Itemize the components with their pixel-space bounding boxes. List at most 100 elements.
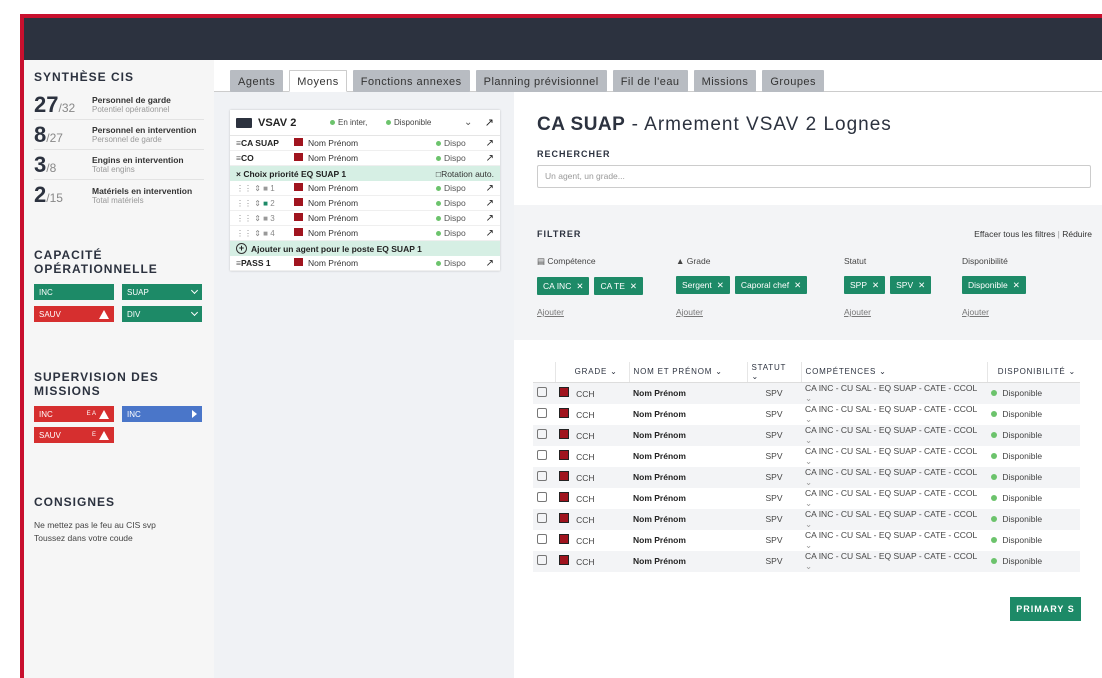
mission-label: INC — [39, 409, 53, 419]
primary-button[interactable]: PRIMARY S — [1010, 597, 1081, 621]
row-select[interactable] — [533, 382, 555, 404]
capacite-inc[interactable]: INC — [34, 284, 114, 300]
capacite-sauv[interactable]: SAUV — [34, 306, 114, 322]
row-select[interactable] — [533, 530, 555, 551]
filter-tag[interactable]: Caporal chef ✕ — [734, 276, 808, 294]
chevron-down-icon[interactable]: ⌄ — [464, 117, 482, 128]
priority-row[interactable]: × Choix priorité EQ SUAP 1 □Rotation auto… — [230, 166, 500, 181]
add-grade-link[interactable]: Ajouter — [676, 307, 703, 317]
add-competence-link[interactable]: Ajouter — [537, 307, 564, 317]
filter-tag[interactable]: SPV ✕ — [890, 276, 932, 294]
stat-number: 8/27 — [34, 121, 63, 147]
filter-dispo-title: Disponibilité — [962, 256, 1008, 266]
add-statut-link[interactable]: Ajouter — [844, 307, 871, 317]
row-checkbox[interactable] — [537, 471, 547, 481]
chevron-down-icon — [190, 308, 199, 317]
warning-icon — [99, 409, 109, 419]
external-link-icon[interactable]: ↗ — [476, 153, 494, 164]
lock-icon[interactable]: ■ — [263, 214, 268, 223]
add-dispo-link[interactable]: Ajouter — [962, 307, 989, 317]
row-select[interactable] — [533, 508, 555, 530]
row-select[interactable] — [533, 424, 555, 446]
table-row[interactable]: CCH Nom Prénom SPV CA INC - CU SAL - EQ … — [533, 466, 1080, 488]
row-select[interactable] — [533, 488, 555, 509]
table-row[interactable]: CCH Nom Prénom SPV CA INC - CU SAL - EQ … — [533, 530, 1080, 551]
tab-agents[interactable]: Agents — [230, 70, 284, 92]
mission-inc-red[interactable]: INC E A — [34, 406, 114, 422]
tab-fil-de-leau[interactable]: Fil de l'eau — [612, 70, 688, 92]
mission-sauv[interactable]: SAUV E — [34, 427, 114, 443]
filter-tag[interactable]: Disponible ✕ — [962, 276, 1026, 294]
table-row[interactable]: CCH Nom Prénom SPV CA INC - CU SAL - EQ … — [533, 488, 1080, 509]
row-select[interactable] — [533, 466, 555, 488]
filter-tag[interactable]: Sergent ✕ — [676, 276, 730, 294]
row-checkbox[interactable] — [537, 534, 547, 544]
grade-badge — [294, 258, 303, 266]
table-row[interactable]: CCH Nom Prénom SPV CA INC - CU SAL - EQ … — [533, 508, 1080, 530]
col-disponibilite[interactable]: DISPONIBILITÉ ⌄ — [987, 362, 1080, 383]
row-checkbox[interactable] — [537, 450, 547, 460]
table-row[interactable]: CCH Nom Prénom SPV CA INC - CU SAL - EQ … — [533, 424, 1080, 446]
external-link-icon[interactable]: ↗ — [476, 138, 494, 149]
lock-icon[interactable]: ■ — [263, 184, 268, 193]
row-checkbox[interactable] — [537, 513, 547, 523]
tab-fonctions-annexes[interactable]: Fonctions annexes — [352, 70, 470, 92]
row-select[interactable] — [533, 550, 555, 572]
col-name[interactable]: NOM ET PRÉNOM ⌄ — [629, 362, 748, 383]
external-link-icon[interactable]: ↗ — [476, 228, 494, 239]
filter-tag[interactable]: CA INC ✕ — [537, 277, 590, 295]
slot-row[interactable]: ⋮⋮ ⇕ ■ 3 Nom Prénom Dispo ↗ — [230, 211, 500, 226]
table-row[interactable]: CCH Nom Prénom SPV CA INC - CU SAL - EQ … — [533, 382, 1080, 404]
row-checkbox[interactable] — [537, 408, 547, 418]
crew-row[interactable]: CA SUAP Nom Prénom Dispo ↗ — [230, 136, 500, 151]
filter-grade: ▲ Grade Sergent ✕ Caporal chef ✕ — [676, 256, 812, 294]
row-select[interactable] — [533, 446, 555, 467]
reduce-link[interactable]: Réduire — [1062, 229, 1092, 239]
external-link-icon[interactable]: ↗ — [482, 116, 494, 129]
col-grade[interactable]: GRADE ⌄ — [555, 362, 630, 383]
row-checkbox[interactable] — [537, 492, 547, 502]
page-title-rest: - Armement VSAV 2 Lognes — [625, 114, 892, 135]
row-checkbox[interactable] — [537, 555, 547, 565]
filter-tag[interactable]: SPP ✕ — [844, 276, 886, 294]
row-checkbox[interactable] — [537, 387, 547, 397]
drag-handle-icon[interactable]: ⋮⋮ — [236, 184, 252, 193]
table-row[interactable]: CCH Nom Prénom SPV CA INC - CU SAL - EQ … — [533, 446, 1080, 467]
search-input[interactable]: Un agent, un grade... — [537, 165, 1091, 188]
cell-statut: SPV — [765, 451, 783, 461]
table-row[interactable]: CCH Nom Prénom SPV CA INC - CU SAL - EQ … — [533, 404, 1080, 425]
filter-tag[interactable]: CA TE ✕ — [594, 277, 644, 295]
add-agent-row[interactable]: + Ajouter un agent pour le poste EQ SUAP … — [230, 241, 500, 256]
tab-moyens[interactable]: Moyens — [289, 70, 347, 92]
col-statut[interactable]: STATUT ⌄ — [747, 362, 802, 383]
tab-missions[interactable]: Missions — [693, 70, 757, 92]
capacite-div-label: DIV — [127, 309, 141, 319]
table-row[interactable]: CCH Nom Prénom SPV CA INC - CU SAL - EQ … — [533, 550, 1080, 572]
tab-groupes[interactable]: Groupes — [762, 70, 825, 92]
drag-handle-icon[interactable]: ⋮⋮ — [236, 199, 252, 208]
mission-inc-blue[interactable]: INC — [122, 406, 202, 422]
crew-row[interactable]: PASS 1 Nom Prénom Dispo ↗ — [230, 256, 500, 271]
slot-row[interactable]: ⋮⋮ ⇕ ■ 2 Nom Prénom Dispo ↗ — [230, 196, 500, 211]
row-checkbox[interactable] — [537, 429, 547, 439]
tab-planning[interactable]: Planning prévisionnel — [475, 70, 607, 92]
lock-icon[interactable]: ■ — [263, 229, 268, 238]
capacite-suap[interactable]: SUAP — [122, 284, 202, 300]
capacite-sauv-label: SAUV — [39, 309, 61, 319]
clear-filters-link[interactable]: Effacer tous les filtres — [974, 229, 1055, 239]
lock-icon[interactable]: ■ — [263, 199, 268, 208]
external-link-icon[interactable]: ↗ — [476, 183, 494, 194]
external-link-icon[interactable]: ↗ — [476, 258, 494, 269]
row-select[interactable] — [533, 404, 555, 425]
col-competences[interactable]: COMPÉTENCES ⌄ — [801, 362, 988, 383]
external-link-icon[interactable]: ↗ — [476, 213, 494, 224]
drag-handle-icon[interactable]: ⋮⋮ — [236, 229, 252, 238]
capacite-div[interactable]: DIV — [122, 306, 202, 322]
capacite-inc-label: INC — [39, 287, 53, 297]
slot-row[interactable]: ⋮⋮ ⇕ ■ 1 Nom Prénom Dispo ↗ — [230, 181, 500, 196]
rotation-checkbox[interactable]: □Rotation auto. — [436, 169, 494, 179]
drag-handle-icon[interactable]: ⋮⋮ — [236, 214, 252, 223]
slot-row[interactable]: ⋮⋮ ⇕ ■ 4 Nom Prénom Dispo ↗ — [230, 226, 500, 241]
external-link-icon[interactable]: ↗ — [476, 198, 494, 209]
crew-row[interactable]: CO Nom Prénom Dispo ↗ — [230, 151, 500, 166]
